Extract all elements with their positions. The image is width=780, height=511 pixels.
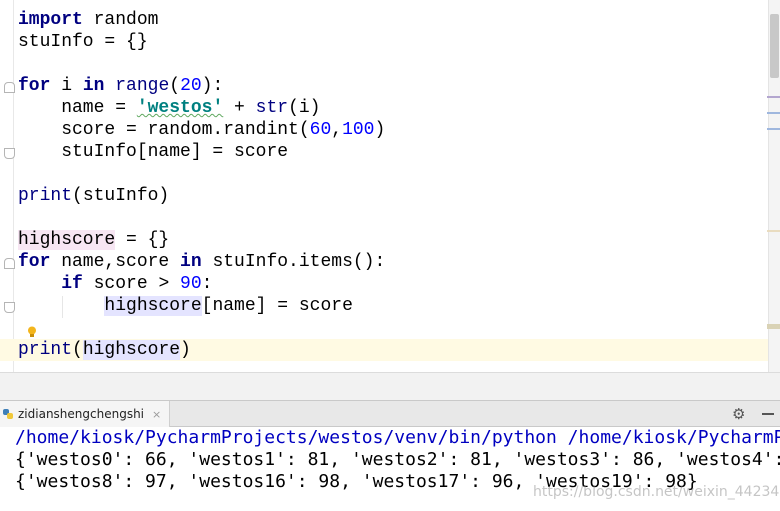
code-text: + <box>223 98 256 118</box>
code-text: i <box>50 76 83 96</box>
code-line: import random <box>18 9 768 31</box>
code-text: : <box>201 274 213 294</box>
run-tab[interactable]: zidianshengchengshi × <box>0 401 171 427</box>
error-stripe-mark[interactable] <box>767 230 780 232</box>
code-line: stuInfo = {} <box>18 31 768 53</box>
keyword-token: for <box>18 76 51 96</box>
gear-icon[interactable]: ⚙ <box>732 407 747 422</box>
error-stripe-mark[interactable] <box>767 96 780 98</box>
run-tab-label: zidianshengchengshi <box>18 407 145 421</box>
keyword-token: if <box>61 274 83 294</box>
code-line: for i in range(20): <box>18 75 768 97</box>
string-token: 'westos' <box>136 98 224 118</box>
error-stripe-mark[interactable] <box>767 128 780 130</box>
fold-marker-icon[interactable] <box>4 82 15 93</box>
code-line: for name,score in stuInfo.items(): <box>18 251 768 273</box>
code-text: name,score <box>50 252 181 272</box>
code-text: ) <box>180 340 191 360</box>
code-area[interactable]: import random stuInfo = {} for i in range(… <box>0 9 768 361</box>
code-text: (i) <box>288 98 321 118</box>
panel-divider[interactable] <box>0 372 780 401</box>
code-line: stuInfo[name] = score <box>18 141 768 163</box>
minimize-icon[interactable] <box>762 413 774 415</box>
number-token: 20 <box>180 76 202 96</box>
keyword-token: for <box>18 252 51 272</box>
variable-token: highscore <box>82 340 181 360</box>
watermark: https://blog.csdn.net/weixin_44234846 <box>533 484 780 500</box>
builtin-token: print <box>18 186 73 206</box>
fold-marker-icon[interactable] <box>4 258 15 269</box>
run-toolbar: zidianshengchengshi × ⚙ <box>0 400 780 427</box>
code-text: = {} <box>115 230 170 250</box>
code-line: name = 'westos' + str(i) <box>18 97 768 119</box>
close-icon[interactable]: × <box>152 408 161 421</box>
number-token: 100 <box>342 120 375 140</box>
fold-marker-icon[interactable] <box>4 302 15 313</box>
code-editor[interactable]: import random stuInfo = {} for i in range(… <box>0 0 768 372</box>
run-console[interactable]: /home/kiosk/PycharmProjects/westos/venv/… <box>0 427 780 511</box>
keyword-token: in <box>82 76 105 96</box>
code-line: if score > 90: <box>18 273 768 295</box>
code-text: stuInfo.items(): <box>201 252 386 272</box>
code-line-current: print(highscore) <box>0 339 768 361</box>
variable-token: highscore <box>104 296 202 316</box>
code-text: [name] = score <box>201 296 353 316</box>
code-text: stuInfo[name] = score <box>18 142 289 162</box>
builtin-token: print <box>18 340 73 360</box>
python-icon <box>3 409 13 419</box>
code-text: , <box>331 120 343 140</box>
console-command-line: /home/kiosk/PycharmProjects/westos/venv/… <box>15 427 780 448</box>
console-output-line: {'westos0': 66, 'westos1': 81, 'westos2'… <box>15 449 780 470</box>
code-line: print(stuInfo) <box>18 185 768 207</box>
variable-token: highscore <box>18 230 116 250</box>
fold-marker-icon[interactable] <box>4 148 15 159</box>
code-text: score = random.randint( <box>18 120 310 140</box>
keyword-token: import <box>18 10 83 30</box>
builtin-token: range <box>115 76 170 96</box>
code-text: score > <box>82 274 181 294</box>
code-text: ( <box>169 76 181 96</box>
scrollbar-thumb[interactable] <box>770 14 779 78</box>
code-line: highscore[name] = score <box>18 295 768 317</box>
number-token: 60 <box>309 120 332 140</box>
code-text: (stuInfo) <box>72 186 170 206</box>
code-text: ( <box>72 340 83 360</box>
code-text: ) <box>374 120 386 140</box>
code-line: highscore = {} <box>18 229 768 251</box>
error-stripe-mark[interactable] <box>767 324 780 329</box>
code-text: random <box>82 10 159 30</box>
editor-gutter[interactable] <box>0 0 14 372</box>
error-stripe-mark[interactable] <box>767 112 780 114</box>
code-text: stuInfo = {} <box>18 32 148 52</box>
number-token: 90 <box>180 274 202 294</box>
keyword-token: in <box>180 252 202 272</box>
code-text: name = <box>18 98 137 118</box>
code-line: score = random.randint(60,100) <box>18 119 768 141</box>
code-text: ): <box>201 76 224 96</box>
builtin-token: str <box>255 98 289 118</box>
